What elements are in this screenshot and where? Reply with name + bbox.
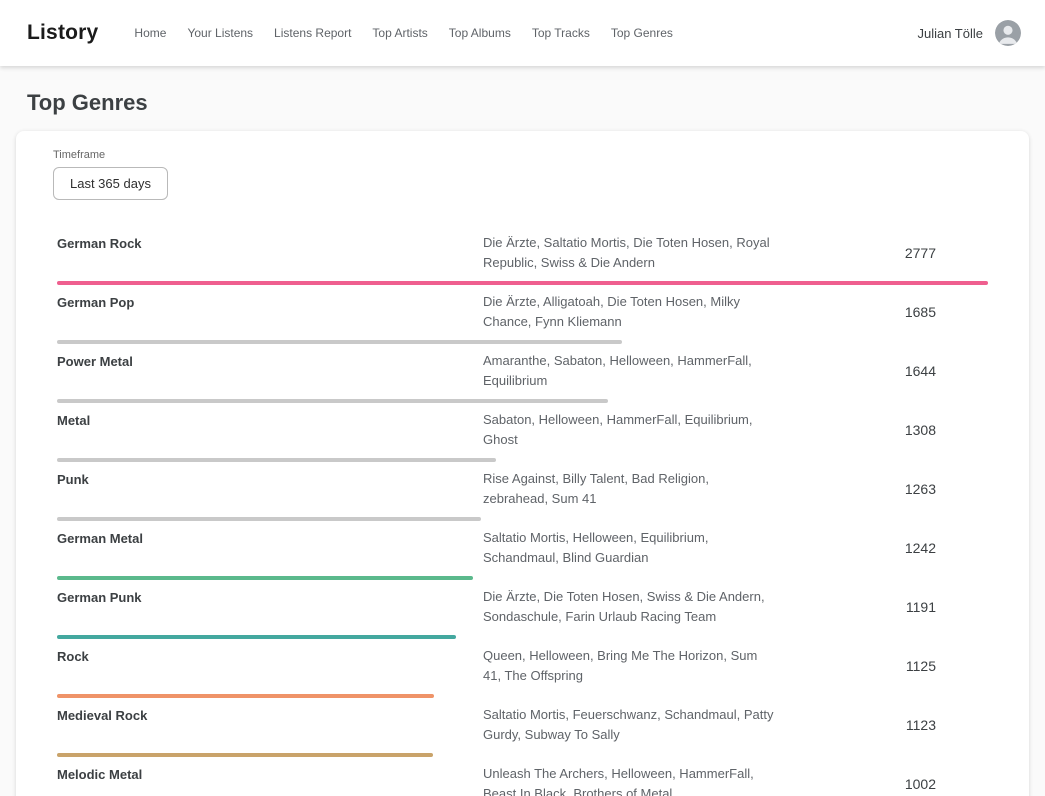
nav-home[interactable]: Home [134,26,166,40]
user-menu[interactable]: Julian Tölle [917,20,1021,46]
user-avatar[interactable] [995,20,1021,46]
nav-top-albums[interactable]: Top Albums [449,26,511,40]
genre-count: 1123 [775,717,988,733]
timeframe-control: Timeframe Last 365 days [40,149,1005,200]
genre-count: 1242 [775,540,988,556]
genre-name: German Pop [57,292,483,332]
genre-count: 1263 [775,481,988,497]
genre-row: Punk Rise Against, Billy Talent, Bad Rel… [57,462,988,521]
genre-artists: Unleash The Archers, Helloween, HammerFa… [483,764,775,796]
genre-artists: Queen, Helloween, Bring Me The Horizon, … [483,646,775,686]
genre-count: 1644 [775,363,988,379]
genre-row: German Pop Die Ärzte, Alligatoah, Die To… [57,285,988,344]
timeframe-value: Last 365 days [70,176,151,191]
genre-artists: Saltatio Mortis, Helloween, Equilibrium,… [483,528,775,568]
genre-row: German Rock Die Ärzte, Saltatio Mortis, … [57,226,988,285]
timeframe-label: Timeframe [53,149,1005,161]
nav-your-listens[interactable]: Your Listens [187,26,253,40]
genre-count: 2777 [775,245,988,261]
nav-top-artists[interactable]: Top Artists [372,26,427,40]
genre-name: Metal [57,410,483,450]
genre-name: Rock [57,646,483,686]
nav-listens-report[interactable]: Listens Report [274,26,351,40]
genre-row: Power Metal Amaranthe, Sabaton, Hellowee… [57,344,988,403]
timeframe-select[interactable]: Last 365 days [53,167,168,200]
genre-count: 1685 [775,304,988,320]
main-content: Top Genres Timeframe Last 365 days Germa… [0,90,1045,796]
genre-row: Metal Sabaton, Helloween, HammerFall, Eq… [57,403,988,462]
genre-artists: Die Ärzte, Saltatio Mortis, Die Toten Ho… [483,233,775,273]
user-name[interactable]: Julian Tölle [917,26,983,41]
page-title: Top Genres [27,90,1029,116]
genre-count: 1125 [775,658,988,674]
genre-name: German Rock [57,233,483,273]
genre-artists: Rise Against, Billy Talent, Bad Religion… [483,469,775,509]
genre-row: Rock Queen, Helloween, Bring Me The Hori… [57,639,988,698]
app-logo[interactable]: Listory [27,21,98,45]
genre-row: Melodic Metal Unleash The Archers, Hello… [57,757,988,796]
genre-count: 1002 [775,776,988,792]
genre-count: 1191 [775,599,988,615]
genre-name: German Punk [57,587,483,627]
genre-row: German Punk Die Ärzte, Die Toten Hosen, … [57,580,988,639]
genre-row: Medieval Rock Saltatio Mortis, Feuerschw… [57,698,988,757]
genre-count: 1308 [775,422,988,438]
genre-row: German Metal Saltatio Mortis, Helloween,… [57,521,988,580]
genre-name: Punk [57,469,483,509]
main-nav: Home Your Listens Listens Report Top Art… [134,26,672,40]
genre-artists: Die Ärzte, Die Toten Hosen, Swiss & Die … [483,587,775,627]
genre-artists: Sabaton, Helloween, HammerFall, Equilibr… [483,410,775,450]
avatar-image [995,20,1021,46]
genre-name: Melodic Metal [57,764,483,796]
navbar: Listory Home Your Listens Listens Report… [0,0,1045,66]
genres-table: German Rock Die Ärzte, Saltatio Mortis, … [40,226,1005,796]
nav-top-tracks[interactable]: Top Tracks [532,26,590,40]
nav-top-genres[interactable]: Top Genres [611,26,673,40]
top-genres-card: Timeframe Last 365 days German Rock Die … [16,131,1029,796]
genre-name: German Metal [57,528,483,568]
genre-artists: Saltatio Mortis, Feuerschwanz, Schandmau… [483,705,775,745]
genre-name: Medieval Rock [57,705,483,745]
genre-artists: Amaranthe, Sabaton, Helloween, HammerFal… [483,351,775,391]
genre-name: Power Metal [57,351,483,391]
genre-artists: Die Ärzte, Alligatoah, Die Toten Hosen, … [483,292,775,332]
